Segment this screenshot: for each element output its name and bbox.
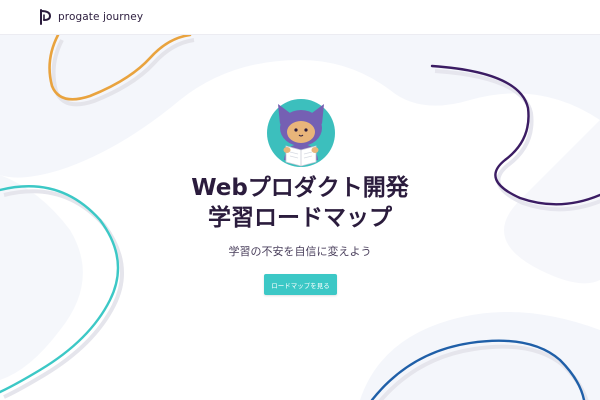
top-header: progate journey — [0, 0, 600, 35]
progate-logo-icon — [40, 9, 52, 25]
hero-title-line2: 学習ロードマップ — [208, 205, 392, 231]
hero-title-line1: Webプロダクト開発 — [191, 175, 409, 201]
ninja-cat-mascot-icon — [267, 99, 335, 167]
view-roadmap-button[interactable]: ロードマップを見る — [264, 274, 337, 295]
hero-section: Webプロダクト開発 学習ロードマップ 学習の不安を自信に変えよう ロードマップ… — [0, 35, 600, 400]
progate-logo[interactable]: progate journey — [38, 9, 143, 25]
logo-text: progate journey — [58, 11, 144, 23]
hero-subtitle: 学習の不安を自信に変えよう — [228, 245, 372, 258]
